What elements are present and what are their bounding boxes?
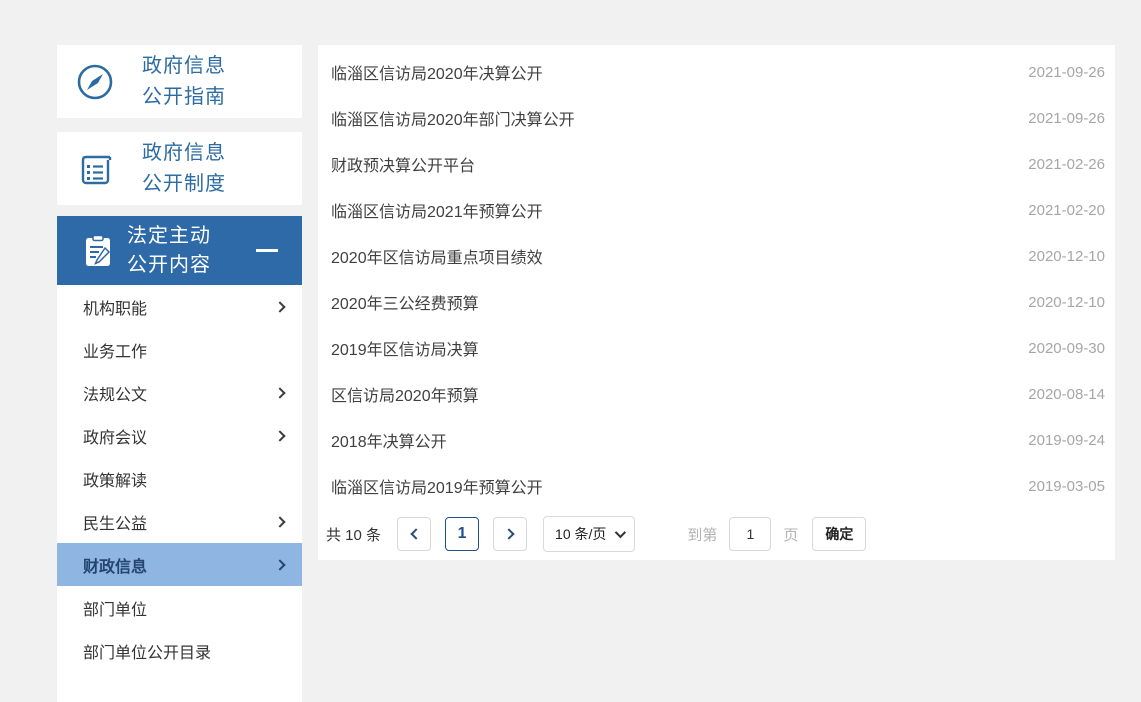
next-page-button[interactable] (493, 517, 527, 551)
sidebar-section-statutory-disclosure[interactable]: 法定主动 公开内容 (57, 216, 302, 285)
list-item[interactable]: 2020年区信访局重点项目绩效 2020-12-10 (318, 233, 1115, 279)
article-date: 2020-12-10 (1028, 294, 1105, 311)
clipboard-pencil-icon (85, 235, 111, 267)
sidebar-link-disclosure-system[interactable]: 政府信息 公开制度 (57, 132, 302, 205)
list-item[interactable]: 2018年决算公开 2019-09-24 (318, 417, 1115, 463)
chevron-right-icon (274, 559, 285, 570)
list-item[interactable]: 财政预决算公开平台 2021-02-26 (318, 141, 1115, 187)
sidebar-link-label: 政府信息 公开指南 (142, 51, 226, 113)
chevron-down-icon (615, 527, 626, 538)
sidebar-item-regulations-documents[interactable]: 法规公文 (57, 371, 302, 414)
menu-item-label: 机构职能 (83, 295, 147, 319)
goto-page-input[interactable] (729, 517, 771, 551)
compass-icon (70, 62, 120, 102)
article-title[interactable]: 财政预决算公开平台 (331, 152, 475, 176)
sidebar-item-department-disclosure-catalog[interactable]: 部门单位公开目录 (57, 629, 302, 672)
article-title[interactable]: 临淄区信访局2021年预算公开 (331, 198, 543, 222)
sidebar-menu: 机构职能 业务工作 法规公文 政府会议 政策解读 民生公益 财政信息 部门单位 (57, 285, 302, 702)
sidebar-item-government-meetings[interactable]: 政府会议 (57, 414, 302, 457)
sidebar-link-label: 政府信息 公开制度 (142, 138, 226, 200)
goto-page-group: 到第 页 确定 (687, 517, 866, 551)
list-item[interactable]: 临淄区信访局2020年决算公开 2021-09-26 (318, 49, 1115, 95)
article-title[interactable]: 2020年三公经费预算 (331, 290, 479, 314)
list-item[interactable]: 2019年区信访局决算 2020-09-30 (318, 325, 1115, 371)
page-number-button-1[interactable]: 1 (445, 517, 479, 551)
menu-item-label: 民生公益 (83, 510, 147, 534)
sidebar-item-livelihood-public-welfare[interactable]: 民生公益 (57, 500, 302, 543)
chevron-left-icon (410, 528, 421, 539)
list-item[interactable]: 临淄区信访局2021年预算公开 2021-02-20 (318, 187, 1115, 233)
article-date: 2021-02-20 (1028, 202, 1105, 219)
article-title[interactable]: 临淄区信访局2019年预算公开 (331, 474, 543, 498)
menu-item-label: 政策解读 (83, 467, 147, 491)
goto-suffix-label: 页 (783, 524, 798, 545)
article-date: 2020-08-14 (1028, 386, 1105, 403)
article-title[interactable]: 临淄区信访局2020年决算公开 (331, 60, 543, 84)
sidebar-section-label: 法定主动 公开内容 (127, 222, 211, 280)
article-date: 2021-09-26 (1028, 110, 1105, 127)
pagination-bar: 共 10 条 1 10 条/页 到第 页 确定 (318, 509, 1115, 559)
sidebar-item-policy-interpretation[interactable]: 政策解读 (57, 457, 302, 500)
sidebar-item-org-functions[interactable]: 机构职能 (57, 285, 302, 328)
article-date: 2020-12-10 (1028, 248, 1105, 265)
goto-prefix-label: 到第 (687, 524, 717, 545)
confirm-button[interactable]: 确定 (812, 517, 866, 551)
page-size-label: 10 条/页 (555, 524, 606, 544)
list-item[interactable]: 2020年三公经费预算 2020-12-10 (318, 279, 1115, 325)
menu-item-label: 部门单位 (83, 596, 147, 620)
article-list: 临淄区信访局2020年决算公开 2021-09-26 临淄区信访局2020年部门… (318, 45, 1115, 509)
chevron-right-icon (274, 387, 285, 398)
article-title[interactable]: 临淄区信访局2020年部门决算公开 (331, 106, 575, 130)
chevron-right-icon (274, 430, 285, 441)
menu-item-label: 政府会议 (83, 424, 147, 448)
sidebar: 政府信息 公开指南 政府信息 公开制度 (57, 45, 302, 702)
total-count-label: 共 10 条 (326, 524, 381, 545)
list-item[interactable]: 临淄区信访局2020年部门决算公开 2021-09-26 (318, 95, 1115, 141)
menu-item-label: 法规公文 (83, 381, 147, 405)
sidebar-item-business-work[interactable]: 业务工作 (57, 328, 302, 371)
chevron-right-icon (274, 516, 285, 527)
ledger-icon (70, 149, 120, 189)
article-title[interactable]: 区信访局2020年预算 (331, 382, 479, 406)
article-date: 2019-03-05 (1028, 478, 1105, 495)
list-item[interactable]: 区信访局2020年预算 2020-08-14 (318, 371, 1115, 417)
collapse-minus-icon[interactable] (256, 249, 278, 252)
article-title[interactable]: 2020年区信访局重点项目绩效 (331, 244, 543, 268)
article-date: 2021-09-26 (1028, 64, 1105, 81)
article-list-panel: 临淄区信访局2020年决算公开 2021-09-26 临淄区信访局2020年部门… (318, 45, 1115, 560)
prev-page-button[interactable] (397, 517, 431, 551)
article-date: 2019-09-24 (1028, 432, 1105, 449)
article-title[interactable]: 2019年区信访局决算 (331, 336, 479, 360)
article-date: 2020-09-30 (1028, 340, 1105, 357)
menu-item-label: 部门单位公开目录 (83, 639, 211, 663)
article-title[interactable]: 2018年决算公开 (331, 428, 447, 452)
menu-item-label: 财政信息 (83, 553, 147, 577)
list-item[interactable]: 临淄区信访局2019年预算公开 2019-03-05 (318, 463, 1115, 509)
sidebar-link-disclosure-guide[interactable]: 政府信息 公开指南 (57, 45, 302, 118)
menu-item-label: 业务工作 (83, 338, 147, 362)
article-date: 2021-02-26 (1028, 156, 1105, 173)
sidebar-item-finance-info[interactable]: 财政信息 (57, 543, 302, 586)
sidebar-item-departments[interactable]: 部门单位 (57, 586, 302, 629)
chevron-right-icon (274, 301, 285, 312)
page-size-select[interactable]: 10 条/页 (543, 516, 635, 552)
chevron-right-icon (503, 528, 514, 539)
